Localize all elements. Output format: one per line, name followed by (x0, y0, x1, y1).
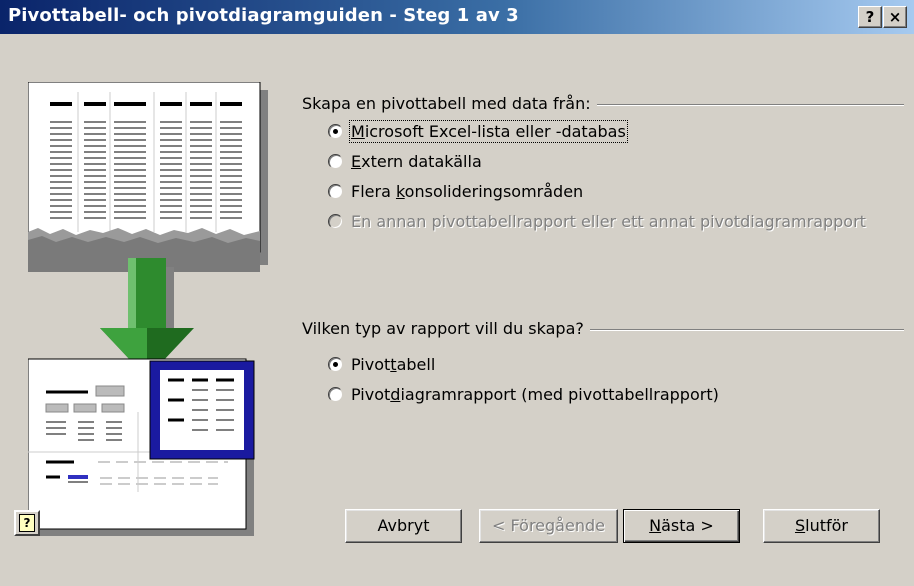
source-option-label-3: En annan pivottabellrapport eller ett an… (351, 212, 866, 231)
source-option-label-0: Microsoft Excel-lista eller -databas (349, 120, 628, 143)
cancel-button[interactable]: Avbryt (345, 509, 462, 543)
help-question-icon: ? (19, 514, 35, 532)
back-button-label: < Föregående (492, 516, 605, 535)
wizard-body: Skapa en pivottabell med data från: Micr… (0, 34, 914, 586)
report-option-1[interactable]: Pivotdiagramrapport (med pivottabellrapp… (328, 385, 719, 404)
report-option-label-0: Pivottabell (351, 355, 436, 374)
source-radio-1[interactable] (328, 154, 343, 169)
help-button[interactable]: ? (14, 510, 40, 536)
next-button-label: Nästa > (649, 516, 714, 535)
back-button[interactable]: < Föregående (479, 509, 618, 543)
report-option-0[interactable]: Pivottabell (328, 355, 435, 374)
source-radio-2[interactable] (328, 184, 343, 199)
source-option-3: En annan pivottabellrapport eller ett an… (328, 212, 866, 231)
next-button[interactable]: Nästa > (623, 509, 740, 543)
source-option-0[interactable]: Microsoft Excel-lista eller -databas (328, 120, 628, 143)
source-radio-0[interactable] (328, 124, 343, 139)
source-group-label: Skapa en pivottabell med data från: (302, 94, 597, 113)
report-radio-0[interactable] (328, 357, 343, 372)
window-title: Pivottabell- och pivotdiagramguiden - St… (8, 5, 519, 26)
finish-button[interactable]: Slutför (763, 509, 880, 543)
report-radio-1[interactable] (328, 387, 343, 402)
source-option-label-2: Flera konsolideringsområden (351, 182, 584, 201)
title-help-button[interactable]: ? (858, 6, 882, 28)
title-close-button[interactable]: × (883, 6, 907, 28)
report-option-label-1: Pivotdiagramrapport (med pivottabellrapp… (351, 385, 719, 404)
pivot-wizard-illustration (28, 82, 268, 536)
source-option-1[interactable]: Extern datakälla (328, 152, 482, 171)
source-radio-3 (328, 214, 343, 229)
finish-button-label: Slutför (794, 516, 848, 535)
report-group-label: Vilken typ av rapport vill du skapa? (302, 319, 590, 338)
source-option-2[interactable]: Flera konsolideringsområden (328, 182, 583, 201)
source-option-label-1: Extern datakälla (351, 152, 482, 171)
cancel-button-label: Avbryt (377, 516, 430, 535)
title-bar: Pivottabell- och pivotdiagramguiden - St… (0, 0, 914, 34)
